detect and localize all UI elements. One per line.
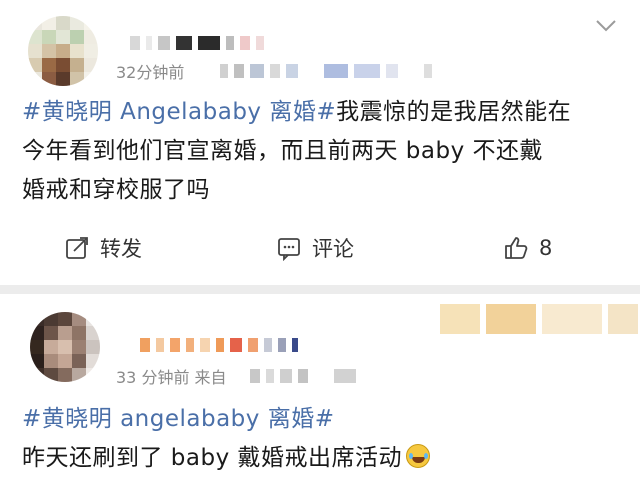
vip-badge-blurred bbox=[440, 304, 638, 334]
username-blurred[interactable] bbox=[140, 338, 298, 352]
topic-link[interactable]: #黄晓明 Angelababy 离婚# bbox=[22, 99, 336, 125]
post-body: #黄晓明 angelababy 离婚# 昨天还刷到了 baby 戴婚戒出席活动 bbox=[22, 400, 622, 478]
repost-icon bbox=[66, 236, 88, 259]
topic-link[interactable]: #黄晓明 angelababy 离婚# bbox=[22, 406, 334, 432]
avatar[interactable] bbox=[30, 312, 100, 382]
comment-button[interactable]: 评论 bbox=[276, 225, 354, 270]
post-time: 32分钟前 bbox=[116, 63, 185, 82]
post-card-1: 32分钟前 #黄晓明 Angelababy 离婚#我震惊的是我居然能在 今年看到… bbox=[0, 0, 640, 285]
username-blurred[interactable] bbox=[130, 36, 264, 50]
post-text-segment: 我震惊的是我居然能在 bbox=[336, 99, 572, 125]
post-card-2: 33 分钟前 来自 #黄晓明 angelababy 离婚# 昨天还刷到了 bab… bbox=[0, 294, 640, 500]
chevron-down-icon[interactable] bbox=[594, 18, 618, 34]
action-bar: 转发 评论 8 bbox=[0, 225, 640, 270]
post-line: 今年看到他们官宣离婚，而且前两天 baby 不还戴 bbox=[22, 138, 544, 164]
post-body: #黄晓明 Angelababy 离婚#我震惊的是我居然能在 今年看到他们官宣离婚… bbox=[22, 93, 622, 210]
source-blurred bbox=[220, 64, 432, 78]
repost-label: 转发 bbox=[100, 236, 142, 261]
post-text-segment: 昨天还刷到了 baby 戴婚戒出席活动 bbox=[22, 445, 403, 471]
post-line: 昨天还刷到了 baby 戴婚戒出席活动 bbox=[22, 439, 622, 478]
post-line: 婚戒和穿校服了吗 bbox=[22, 177, 210, 203]
post-line: #黄晓明 Angelababy 离婚#我震惊的是我居然能在 bbox=[22, 93, 622, 132]
comment-icon bbox=[278, 237, 300, 261]
post-time: 33 分钟前 来自 bbox=[116, 368, 227, 387]
like-count: 8 bbox=[539, 235, 553, 260]
like-button[interactable]: 8 bbox=[503, 225, 552, 270]
like-icon bbox=[505, 236, 528, 259]
avatar[interactable] bbox=[28, 16, 98, 86]
comment-label: 评论 bbox=[312, 236, 354, 261]
post-line: #黄晓明 angelababy 离婚# bbox=[22, 400, 622, 439]
laugh-cry-emoji-icon bbox=[406, 444, 431, 468]
repost-button[interactable]: 转发 bbox=[64, 225, 142, 270]
source-blurred bbox=[250, 369, 356, 383]
